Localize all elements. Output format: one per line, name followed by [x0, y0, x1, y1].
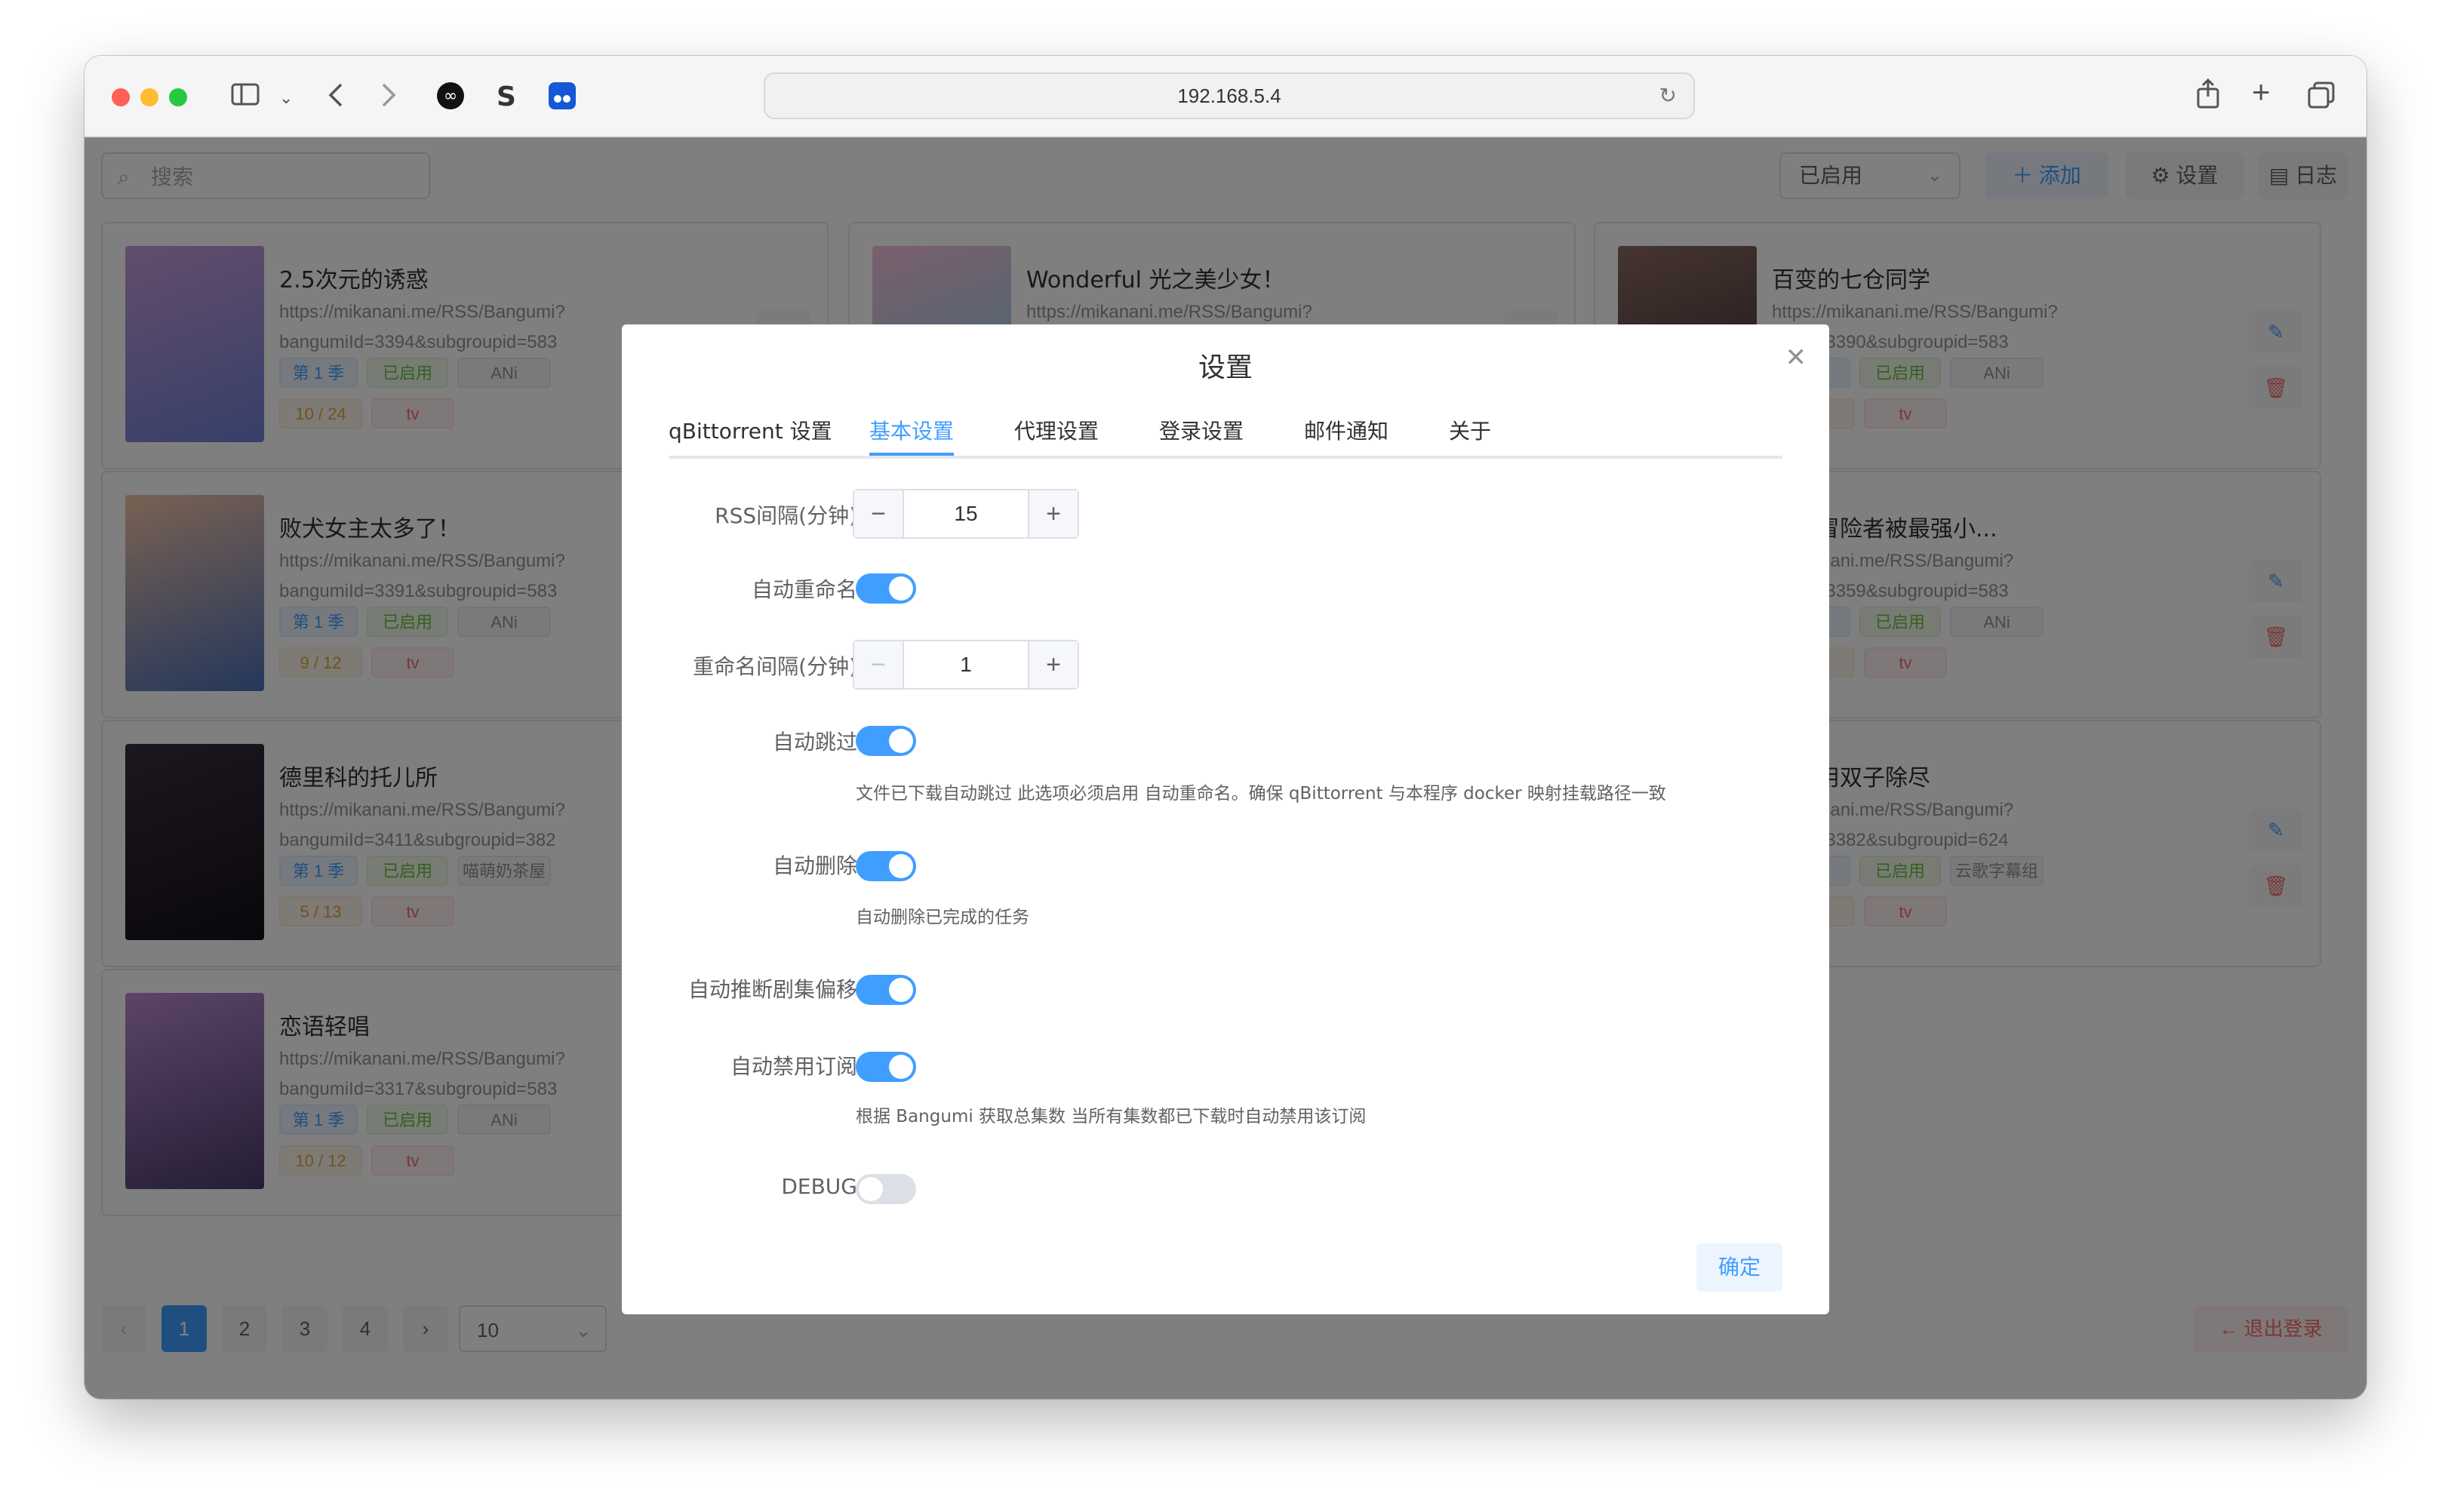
tab-login[interactable]: 登录设置: [1159, 415, 1244, 445]
svg-text:∞: ∞: [444, 87, 457, 106]
auto-rename-switch[interactable]: [856, 573, 916, 604]
rss-interval-stepper: − 15 +: [853, 489, 1079, 539]
auto-delete-label: 自动删除: [772, 853, 857, 878]
tab-about[interactable]: 关于: [1449, 415, 1491, 445]
confirm-button[interactable]: 确定: [1696, 1243, 1782, 1292]
rename-interval-stepper: − 1 +: [853, 640, 1079, 690]
rss-interval-input[interactable]: 15: [904, 490, 1028, 537]
debug-label: DEBUG: [781, 1174, 857, 1199]
increment-button[interactable]: +: [1028, 490, 1078, 537]
rename-interval-label: 重命名间隔(分钟): [693, 654, 857, 679]
tab-email[interactable]: 邮件通知: [1304, 415, 1388, 445]
debug-switch[interactable]: [856, 1174, 916, 1204]
switch-knob: [889, 854, 913, 878]
browser-toolbar: ⌄ ∞ S 192.168.5.4 ↻ +: [85, 56, 2366, 137]
extension-infinity-icon[interactable]: ∞: [436, 81, 465, 115]
url-text: 192.168.5.4: [1177, 85, 1281, 107]
rss-interval-label: RSS间隔(分钟): [715, 503, 857, 528]
auto-disable-switch[interactable]: [856, 1052, 916, 1082]
auto-delete-switch[interactable]: [856, 851, 916, 881]
address-bar[interactable]: 192.168.5.4 ↻: [764, 72, 1695, 119]
switch-knob: [889, 576, 913, 601]
auto-offset-label: 自动推断剧集偏移: [687, 977, 857, 1002]
dialog-title: 设置: [1198, 352, 1253, 383]
switch-knob: [889, 978, 913, 1002]
auto-disable-label: 自动禁用订阅: [730, 1054, 857, 1079]
zoom-window-button[interactable]: [169, 88, 187, 106]
auto-offset-switch[interactable]: [856, 975, 916, 1005]
switch-knob: [889, 1055, 913, 1079]
tab-active-indicator: [869, 453, 954, 456]
forward-icon[interactable]: [380, 81, 397, 113]
auto-rename-label: 自动重命名: [751, 577, 857, 602]
sidebar-toggle-icon[interactable]: [231, 82, 260, 111]
decrement-button[interactable]: −: [854, 641, 904, 688]
tab-overview-icon[interactable]: [2308, 81, 2335, 113]
decrement-button[interactable]: −: [854, 490, 904, 537]
share-icon[interactable]: [2196, 78, 2220, 113]
new-tab-icon[interactable]: +: [2252, 76, 2271, 108]
close-icon[interactable]: ✕: [1785, 343, 1807, 373]
minimize-window-button[interactable]: [140, 88, 158, 106]
chevron-down-icon[interactable]: ⌄: [279, 85, 293, 112]
auto-skip-help: 文件已下载自动跳过 此选项必须启用 自动重命名。确保 qBittorrent 与…: [856, 784, 1666, 804]
auto-disable-help: 根据 Bangumi 获取总集数 当所有集数都已下载时自动禁用该订阅: [856, 1107, 1367, 1126]
auto-skip-label: 自动跳过: [772, 730, 857, 754]
tab-qbittorrent[interactable]: qBittorrent 设置: [669, 415, 832, 445]
tab-proxy[interactable]: 代理设置: [1014, 415, 1099, 445]
extension-s-icon[interactable]: S: [492, 81, 521, 115]
reload-icon[interactable]: ↻: [1659, 74, 1677, 118]
settings-dialog: 设置 ✕ qBittorrent 设置 基本设置 代理设置 登录设置 邮件通知 …: [622, 324, 1829, 1314]
auto-delete-help: 自动删除已完成的任务: [856, 908, 1029, 927]
close-window-button[interactable]: [112, 88, 130, 106]
rename-interval-input[interactable]: 1: [904, 641, 1028, 688]
back-icon[interactable]: [328, 81, 344, 113]
svg-text:S: S: [497, 81, 516, 110]
extension-bitwarden-icon[interactable]: [548, 81, 577, 115]
increment-button[interactable]: +: [1028, 641, 1078, 688]
switch-knob: [859, 1177, 883, 1201]
tab-basic[interactable]: 基本设置: [869, 415, 954, 445]
settings-tabs: qBittorrent 设置 基本设置 代理设置 登录设置 邮件通知 关于: [669, 407, 1782, 459]
switch-knob: [889, 729, 913, 753]
auto-skip-switch[interactable]: [856, 726, 916, 756]
